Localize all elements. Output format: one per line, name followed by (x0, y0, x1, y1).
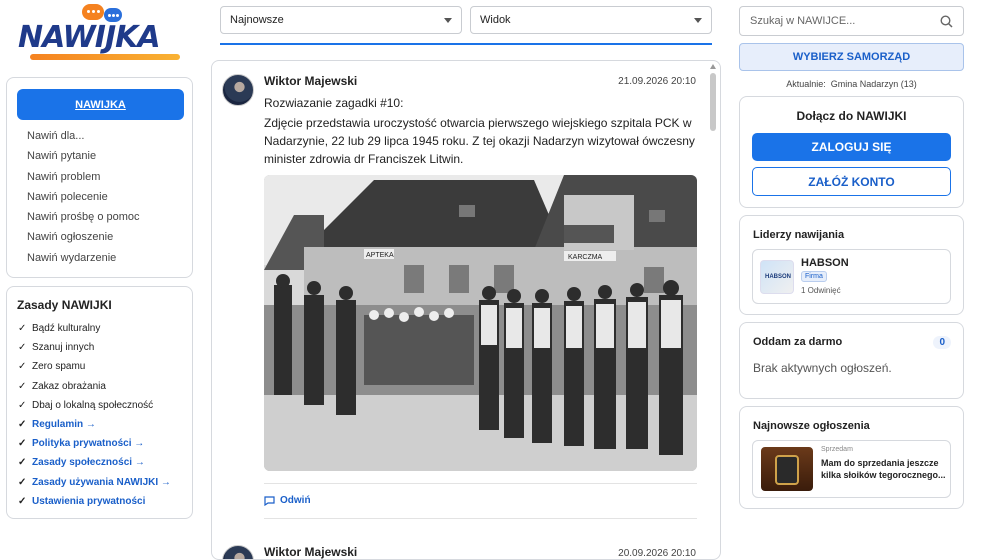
nawijka-button[interactable]: NAWIJKA (17, 89, 184, 120)
post-author[interactable]: Wiktor Majewski (264, 74, 357, 88)
post-divider (264, 483, 697, 484)
check-icon: ✓ (18, 361, 27, 373)
register-button[interactable]: ZAŁÓŻ KONTO (752, 167, 951, 196)
privacy-policy-link[interactable]: ✓ Polityka prywatności → (18, 437, 171, 456)
free-title: Oddam za darmo (753, 336, 843, 348)
nav-card: NAWIJKA Nawiń dla... Nawiń pytanie Nawiń… (6, 77, 193, 278)
free-giveaway-card: Oddam za darmo 0 Brak aktywnych ogłoszeń… (739, 322, 964, 399)
chevron-down-icon (444, 17, 452, 23)
historical-photo: APTEKA KARCZMA (264, 175, 697, 471)
leader-name: HABSON (801, 257, 849, 269)
scroll-up-arrow[interactable] (710, 64, 716, 69)
reply-label: Odwiń (280, 495, 311, 506)
join-title: Dołącz do NAWIJKI (796, 109, 907, 123)
company-badge: Firma (801, 271, 827, 282)
check-icon: ✓ (18, 495, 27, 507)
view-select[interactable]: Widok (470, 6, 712, 34)
choose-municipality-button[interactable]: WYBIERZ SAMORZĄD (739, 43, 964, 71)
search-icon[interactable] (940, 14, 953, 28)
honey-jar-image (761, 447, 813, 491)
nav-list: Nawiń dla... Nawiń pytanie Nawiń problem… (27, 129, 140, 271)
chevron-down-icon (694, 17, 702, 23)
avatar[interactable] (222, 545, 254, 559)
rule-item: ✓ Szanuj innych (18, 342, 95, 354)
rule-item: ✓ Bądź kulturalny (18, 323, 101, 334)
join-card: Dołącz do NAWIJKI ZALOGUJ SIĘ ZAŁÓŻ KONT… (739, 96, 964, 208)
check-icon: ✓ (18, 323, 27, 334)
site-logo[interactable]: NAWIJKA (12, 2, 182, 62)
check-icon: ✓ (18, 438, 27, 450)
company-logo: HABSON (760, 260, 794, 294)
check-icon: ✓ (18, 399, 27, 411)
nav-item[interactable]: Nawiń prośbę o pomoc (27, 210, 140, 230)
comment-icon (264, 495, 275, 506)
nav-item[interactable]: Nawiń problem (27, 170, 140, 190)
filter-underline (220, 43, 712, 45)
sort-select-value: Najnowsze (230, 14, 284, 26)
current-value: Gmina Nadarzyn (13) (830, 79, 917, 89)
community-rules-link[interactable]: ✓ Zasady społeczności → (18, 456, 171, 475)
nav-item[interactable]: Nawiń polecenie (27, 190, 140, 210)
check-icon: ✓ (18, 342, 27, 354)
post-title: Rozwiazanie zagadki #10: (264, 96, 404, 110)
login-button[interactable]: ZALOGUJ SIĘ (752, 133, 951, 161)
rule-item: ✓ Zero spamu (18, 361, 86, 373)
post-author[interactable]: Wiktor Majewski (264, 545, 357, 559)
logo-swoosh (30, 54, 180, 60)
check-icon: ✓ (18, 418, 27, 430)
rules-title: Zasady NAWIJKI (17, 298, 112, 312)
post-date: 21.09.2026 20:10 (618, 76, 696, 87)
sign-text: APTEKA (366, 252, 394, 259)
latest-ads-card: Najnowsze ogłoszenia Sprzedam Mam do spr… (739, 406, 964, 509)
empty-state-text: Brak aktywnych ogłoszeń. (753, 361, 892, 375)
nav-item[interactable]: Nawiń wydarzenie (27, 251, 140, 271)
nav-item[interactable]: Nawiń pytanie (27, 149, 140, 169)
check-icon: ✓ (18, 457, 27, 469)
current-municipality: Aktualnie: Gmina Nadarzyn (13) (739, 79, 964, 89)
speech-bubble-icon (82, 4, 104, 20)
post-separator (264, 518, 697, 519)
rule-item: ✓ Dbaj o lokalną społeczność (18, 399, 154, 411)
ad-category: Sprzedam (821, 446, 853, 453)
ad-text: Mam do sprzedania jeszcze kilka słoików … (821, 458, 946, 480)
check-icon: ✓ (18, 380, 27, 392)
privacy-settings-link[interactable]: ✓ Ustawienia prywatności (18, 495, 171, 514)
search-input[interactable]: Szukaj w NAWIJCE... (739, 6, 964, 36)
nav-item[interactable]: Nawiń dla... (27, 129, 140, 149)
logo-text: NAWIJKA (18, 20, 161, 55)
rules-list: ✓ Bądź kulturalny ✓ Szanuj innych ✓ Zero sp… (18, 322, 171, 514)
reply-button[interactable]: Odwiń (264, 495, 311, 506)
leaders-title: Liderzy nawijania (753, 229, 845, 241)
post-feed[interactable]: Wiktor Majewski 21.09.2026 20:10 Rozwiaz… (211, 60, 721, 560)
terms-of-use-link[interactable]: ✓ Zasady używania NAWIJKI → (18, 476, 171, 495)
scrollbar-thumb[interactable] (710, 73, 716, 131)
search-placeholder: Szukaj w NAWIJCE... (750, 15, 856, 27)
avatar[interactable] (222, 74, 254, 106)
count-badge: 0 (933, 336, 951, 349)
rule-item: ✓ Zakaz obrażania (18, 380, 106, 392)
post-body: Zdjęcie przedstawia uroczystość otwarcia… (264, 116, 695, 166)
check-icon: ✓ (18, 476, 27, 488)
sort-select[interactable]: Najnowsze (220, 6, 462, 34)
regulamin-link[interactable]: ✓ Regulamin → (18, 418, 171, 437)
sign-text: KARCZMA (568, 254, 603, 261)
ads-title: Najnowsze ogłoszenia (753, 420, 870, 432)
post-photo[interactable]: APTEKA KARCZMA (264, 175, 697, 471)
leader-count: 1 Odwinięć (801, 286, 841, 295)
rules-card: Zasady NAWIJKI ✓ Bądź kulturalny ✓ Szanuj … (6, 286, 193, 519)
view-select-value: Widok (480, 14, 511, 26)
leader-item[interactable]: HABSON HABSON Firma 1 Odwinięć (752, 249, 951, 304)
nav-item[interactable]: Nawiń ogłoszenie (27, 230, 140, 250)
post-date: 20.09.2026 20:10 (618, 548, 696, 559)
leaders-card: Liderzy nawijania HABSON HABSON Firma 1 … (739, 215, 964, 315)
current-label: Aktualnie: (786, 79, 826, 89)
ad-item[interactable]: Sprzedam Mam do sprzedania jeszcze kilka… (752, 440, 951, 498)
